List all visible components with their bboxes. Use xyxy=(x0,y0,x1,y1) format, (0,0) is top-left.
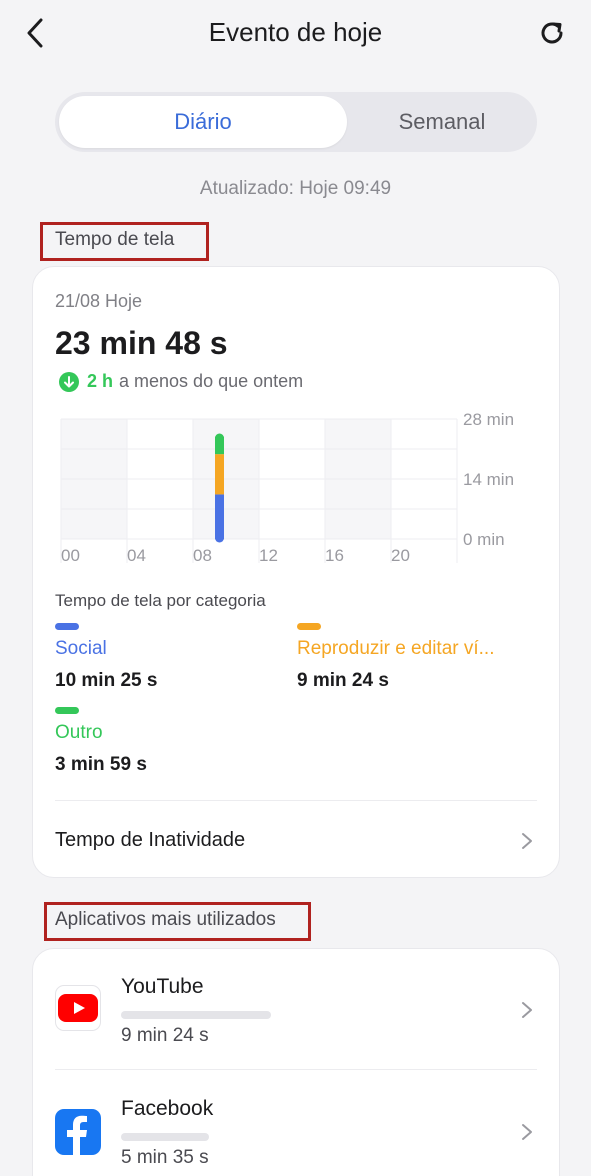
chart-x-tick-label: 16 xyxy=(325,546,344,565)
divider xyxy=(55,1069,537,1070)
app-row-facebook[interactable]: Facebook 5 min 35 s xyxy=(33,1071,559,1176)
app-time: 9 min 24 s xyxy=(121,1025,209,1046)
refresh-button[interactable] xyxy=(535,16,569,50)
period-tabs: Diário Semanal xyxy=(55,92,537,152)
category-value: 10 min 25 s xyxy=(55,670,158,691)
comparison-text: a menos do que ontem xyxy=(119,371,304,391)
category-social: Social 10 min 25 s xyxy=(55,623,265,692)
app-name: YouTube xyxy=(121,975,204,998)
total-screen-time: 23 min 48 s xyxy=(55,325,228,361)
category-color-bar xyxy=(297,623,321,630)
category-title: Tempo de tela por categoria xyxy=(55,591,266,610)
app-time: 5 min 35 s xyxy=(121,1147,209,1168)
app-usage-bar xyxy=(121,1133,209,1141)
chart-bar-cap xyxy=(215,533,224,543)
chart-bar-segment xyxy=(215,454,224,495)
arrow-down-icon xyxy=(59,371,79,392)
category-color-bar xyxy=(55,707,79,714)
tab-weekly[interactable]: Semanal xyxy=(347,92,537,152)
chevron-right-icon xyxy=(522,1124,532,1140)
date-label: 21/08 Hoje xyxy=(55,291,143,311)
page-title: Evento de hoje xyxy=(208,17,383,47)
chart-x-tick-label: 12 xyxy=(259,546,278,565)
refresh-icon xyxy=(541,22,563,44)
youtube-icon xyxy=(55,985,101,1031)
category-name: Outro xyxy=(55,722,103,743)
chart-x-tick-label: 04 xyxy=(127,546,146,565)
app-usage-bar xyxy=(121,1011,271,1019)
chart-x-tick-label: 00 xyxy=(61,546,80,565)
category-value: 9 min 24 s xyxy=(297,670,389,691)
chart-bar-cap xyxy=(215,433,224,443)
header: Evento de hoje xyxy=(0,0,591,66)
app-name: Facebook xyxy=(121,1097,214,1120)
app-row-youtube[interactable]: YouTube 9 min 24 s xyxy=(33,949,559,1071)
idle-time-row[interactable]: Tempo de Inatividade xyxy=(33,801,559,879)
chart-bar-segment xyxy=(215,494,224,539)
comparison-value: 2 h xyxy=(87,371,114,391)
section-label-screen-time: Tempo de tela xyxy=(55,229,175,250)
chevron-right-icon xyxy=(522,1002,532,1018)
idle-time-label: Tempo de Inatividade xyxy=(55,829,246,851)
category-value: 3 min 59 s xyxy=(55,754,147,775)
category-name: Social xyxy=(55,638,107,659)
chart-x-tick-label: 08 xyxy=(193,546,212,565)
category-color-bar xyxy=(55,623,79,630)
category-video: Reproduzir e editar ví... 9 min 24 s xyxy=(297,623,527,692)
top-apps-card: YouTube 9 min 24 s Facebook 5 min 35 s xyxy=(32,948,560,1176)
tab-daily[interactable]: Diário xyxy=(59,92,347,152)
category-name: Reproduzir e editar ví... xyxy=(297,638,495,659)
section-label-top-apps: Aplicativos mais utilizados xyxy=(55,909,276,930)
comparison: 2 h a menos do que ontem xyxy=(59,371,303,392)
chart-y-tick-label: 28 min xyxy=(463,410,514,429)
category-other: Outro 3 min 59 s xyxy=(55,707,265,776)
updated-timestamp: Atualizado: Hoje 09:49 xyxy=(199,178,392,199)
screen-time-card: 21/08 Hoje 23 min 48 s 2 h a menos do qu… xyxy=(32,266,560,878)
chart-y-tick-label: 14 min xyxy=(463,470,514,489)
chevron-right-icon xyxy=(522,833,532,849)
screen-time-chart: 28 min 14 min 0 min 00 04 08 12 16 20 xyxy=(60,410,514,565)
chart-x-tick-label: 20 xyxy=(391,546,410,565)
facebook-icon xyxy=(55,1109,101,1155)
chart-y-tick-label: 0 min xyxy=(463,530,505,549)
